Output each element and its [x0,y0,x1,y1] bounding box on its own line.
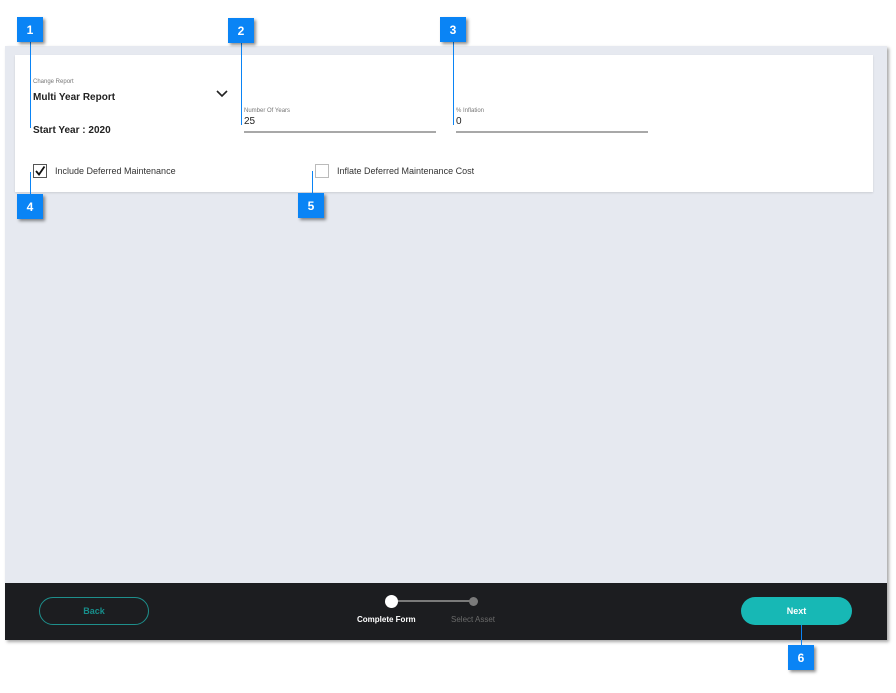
callout-marker-2: 2 [228,18,254,43]
back-button[interactable]: Back [39,597,149,625]
callout-leader-1 [30,42,31,128]
include-deferred-label: Include Deferred Maintenance [55,166,176,176]
step-select-asset-dot [469,597,478,606]
next-button[interactable]: Next [741,597,852,625]
report-options-card: Change Report Multi Year Report Start Ye… [15,55,873,192]
callout-marker-3: 3 [440,17,466,42]
step-complete-form-label: Complete Form [357,615,416,624]
callout-leader-5 [312,171,313,193]
number-of-years-input[interactable]: 25 [244,116,436,129]
callout-marker-5: 5 [298,193,324,218]
callout-marker-4: 4 [17,194,43,219]
callout-marker-6: 6 [788,645,814,670]
progress-stepper: Complete Form Select Asset [355,594,505,634]
checkmark-icon [35,165,46,176]
report-select[interactable]: Multi Year Report [33,92,115,103]
step-complete-form-dot [385,595,398,608]
include-deferred-row[interactable]: Include Deferred Maintenance [33,164,176,178]
inflate-deferred-checkbox[interactable] [315,164,329,178]
step-select-asset-label: Select Asset [451,615,496,624]
inflate-deferred-label: Inflate Deferred Maintenance Cost [337,166,475,176]
inflation-input[interactable]: 0 [456,116,648,129]
wizard-footer: Back Complete Form Select Asset Next [5,583,887,640]
input-underline [456,131,648,133]
callout-leader-2 [241,43,242,125]
inflation-field[interactable]: % Inflation 0 [456,108,648,133]
callout-marker-1: 1 [17,17,43,42]
change-report-label: Change Report [33,79,74,85]
start-year-text: Start Year : 2020 [33,125,111,136]
callout-leader-4 [30,172,31,194]
inflation-label: % Inflation [456,108,485,114]
input-underline [244,131,436,133]
form-panel: Change Report Multi Year Report Start Ye… [5,46,887,640]
callout-leader-3 [453,42,454,125]
chevron-down-icon[interactable] [216,89,228,99]
number-of-years-field[interactable]: Number Of Years 25 [244,108,436,133]
step-connector [391,600,473,602]
include-deferred-checkbox[interactable] [33,164,47,178]
number-of-years-label: Number Of Years [244,108,291,114]
inflate-deferred-row[interactable]: Inflate Deferred Maintenance Cost [315,164,474,178]
callout-leader-6 [801,625,802,645]
